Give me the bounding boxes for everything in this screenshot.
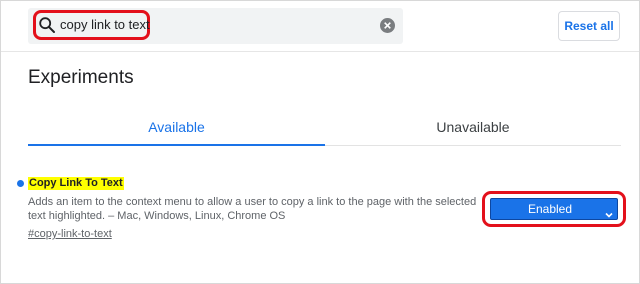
chevron-down-icon xyxy=(605,205,613,218)
selected-option: Enabled xyxy=(527,202,573,216)
experiment-status-dot xyxy=(17,180,24,187)
search-input[interactable]: copy link to text xyxy=(60,16,150,34)
experiment-state-select[interactable]: Enabled xyxy=(490,198,618,220)
top-bar: copy link to text Reset all xyxy=(1,1,639,51)
tab-unavailable[interactable]: Unavailable xyxy=(325,117,621,137)
active-tab-indicator xyxy=(28,144,325,146)
tab-available[interactable]: Available xyxy=(28,117,325,137)
topbar-divider xyxy=(1,51,639,52)
search-icon xyxy=(38,16,56,34)
page-title: Experiments xyxy=(28,67,134,88)
chrome-flags-page: copy link to text Reset all Experiments … xyxy=(0,0,640,284)
reset-all-button[interactable]: Reset all xyxy=(558,11,620,41)
experiment-permalink[interactable]: #copy-link-to-text xyxy=(28,227,112,241)
clear-icon[interactable] xyxy=(380,18,395,33)
experiment-title: Copy Link To Text xyxy=(28,177,124,190)
experiment-description: Adds an item to the context menu to allo… xyxy=(28,196,477,222)
